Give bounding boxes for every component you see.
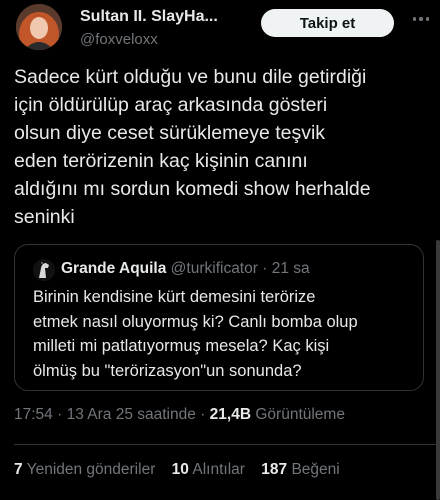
tweet-time[interactable]: 17:54 — [14, 406, 53, 423]
quoted-tweet[interactable]: Grande Aquila @turkificator · 21 sa Biri… — [14, 244, 424, 391]
tweet-date[interactable]: 13 Ara 25 saatinde — [67, 406, 196, 423]
meta-separator: · — [57, 406, 63, 423]
likes-count: 187 — [261, 461, 288, 478]
quoted-separator: · — [262, 260, 268, 277]
quotes-stat[interactable]: 10 Alıntılar — [172, 461, 245, 478]
reposts-label: Yeniden gönderiler — [26, 461, 156, 478]
more-options-icon[interactable] — [410, 6, 432, 32]
scrollbar[interactable] — [436, 240, 440, 500]
divider — [14, 444, 440, 445]
author-avatar[interactable] — [16, 4, 62, 50]
follow-button[interactable]: Takip et — [261, 9, 394, 37]
quoted-display-name[interactable]: Grande Aquila — [61, 260, 166, 277]
views-label: Görüntüleme — [255, 406, 345, 423]
quoted-text: Birinin kendisine kürt demesini terörize… — [33, 288, 358, 380]
tweet-text: Sadece kürt olduğu ve bunu dile getirdiğ… — [14, 66, 371, 228]
engagement-stats: 7 Yeniden gönderiler 10 Alıntılar 187 Be… — [14, 461, 352, 479]
meta-separator: · — [200, 406, 206, 423]
likes-label: Beğeni — [291, 461, 340, 478]
tweet-meta: 17:54 · 13 Ara 25 saatinde · 21,4B Görün… — [14, 406, 345, 424]
reposts-stat[interactable]: 7 Yeniden gönderiler — [14, 461, 155, 478]
quoted-time: 21 sa — [271, 260, 310, 277]
tweet-header: Sultan II. SlayHa... @foxveloxx Takip et — [0, 0, 440, 62]
quoted-handle[interactable]: @turkificator — [171, 260, 258, 277]
quoted-avatar-horse-icon — [33, 259, 55, 281]
likes-stat[interactable]: 187 Beğeni — [261, 461, 339, 478]
quotes-count: 10 — [171, 461, 189, 478]
author-display-name[interactable]: Sultan II. SlayHa... — [80, 8, 218, 26]
reposts-count: 7 — [14, 461, 23, 478]
author-handle[interactable]: @foxveloxx — [80, 31, 158, 48]
quotes-label: Alıntılar — [192, 461, 245, 478]
views-count: 21,4B — [209, 406, 252, 423]
